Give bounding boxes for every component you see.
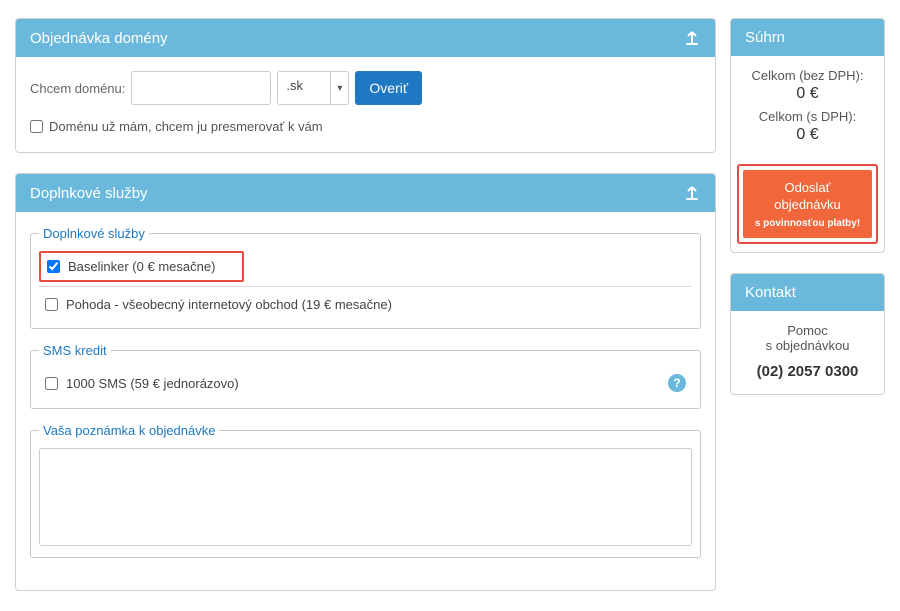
summary-title: Súhrn — [745, 29, 785, 46]
chevron-down-icon[interactable]: ▾ — [331, 71, 349, 105]
domain-name-input[interactable] — [131, 71, 271, 105]
want-domain-label: Chcem doménu: — [30, 81, 125, 96]
contact-title: Kontakt — [745, 284, 796, 301]
baselinker-checkbox[interactable] — [47, 260, 60, 273]
tld-select[interactable]: .sk — [277, 71, 331, 105]
sms-label: 1000 SMS (59 € jednorázovo) — [66, 376, 239, 391]
sms-checkbox[interactable] — [45, 377, 58, 390]
total-no-vat-value: 0 € — [739, 85, 876, 103]
contact-header: Kontakt — [731, 274, 884, 311]
contact-help-line1: Pomoc — [739, 323, 876, 338]
collapse-up-icon[interactable] — [683, 29, 701, 47]
addons-header: Doplnkové služby — [16, 174, 715, 212]
sms-credit-group: SMS kredit 1000 SMS (59 € jednorázovo) ? — [30, 343, 701, 409]
order-note-legend: Vaša poznámka k objednávke — [39, 423, 219, 438]
submit-highlight: Odoslať objednávku s povinnosťou platby! — [737, 164, 878, 244]
collapse-up-icon[interactable] — [683, 184, 701, 202]
total-vat-value: 0 € — [739, 126, 876, 144]
have-domain-checkbox[interactable] — [30, 120, 43, 133]
sms-row: 1000 SMS (59 € jednorázovo) ? — [39, 368, 692, 398]
domain-input-row: Chcem doménu: .sk ▾ Overiť — [30, 71, 701, 105]
help-icon[interactable]: ? — [668, 374, 686, 392]
contact-help-line2: s objednávkou — [739, 338, 876, 353]
domain-order-header: Objednávka domény — [16, 19, 715, 57]
addons-panel: Doplnkové služby Doplnkové služby Baseli… — [15, 173, 716, 591]
order-note-textarea[interactable] — [39, 448, 692, 546]
pohoda-checkbox[interactable] — [45, 298, 58, 311]
pohoda-row: Pohoda - všeobecný internetový obchod (1… — [39, 291, 692, 318]
addons-title: Doplnkové služby — [30, 185, 148, 202]
submit-line2: objednávku — [774, 197, 841, 212]
have-domain-label: Doménu už mám, chcem ju presmerovať k vá… — [49, 119, 323, 134]
contact-panel: Kontakt Pomoc s objednávkou (02) 2057 03… — [730, 273, 885, 395]
total-vat-label: Celkom (s DPH): — [739, 109, 876, 124]
submit-sub: s povinnosťou platby! — [747, 217, 868, 230]
baselinker-row: Baselinker (0 € mesačne) — [39, 251, 244, 282]
contact-phone: (02) 2057 0300 — [739, 363, 876, 380]
addon-services-group: Doplnkové služby Baselinker (0 € mesačne… — [30, 226, 701, 329]
total-no-vat-label: Celkom (bez DPH): — [739, 68, 876, 83]
baselinker-label: Baselinker (0 € mesačne) — [68, 259, 215, 274]
submit-line1: Odoslať — [784, 180, 830, 195]
submit-order-button[interactable]: Odoslať objednávku s povinnosťou platby! — [743, 170, 872, 238]
pohoda-label: Pohoda - všeobecný internetový obchod (1… — [66, 297, 392, 312]
addon-services-legend: Doplnkové služby — [39, 226, 149, 241]
order-note-group: Vaša poznámka k objednávke — [30, 423, 701, 558]
sms-credit-legend: SMS kredit — [39, 343, 111, 358]
domain-order-panel: Objednávka domény Chcem doménu: .sk ▾ Ov… — [15, 18, 716, 153]
verify-button[interactable]: Overiť — [355, 71, 422, 105]
summary-panel: Súhrn Celkom (bez DPH): 0 € Celkom (s DP… — [730, 18, 885, 253]
domain-order-title: Objednávka domény — [30, 30, 168, 47]
summary-header: Súhrn — [731, 19, 884, 56]
